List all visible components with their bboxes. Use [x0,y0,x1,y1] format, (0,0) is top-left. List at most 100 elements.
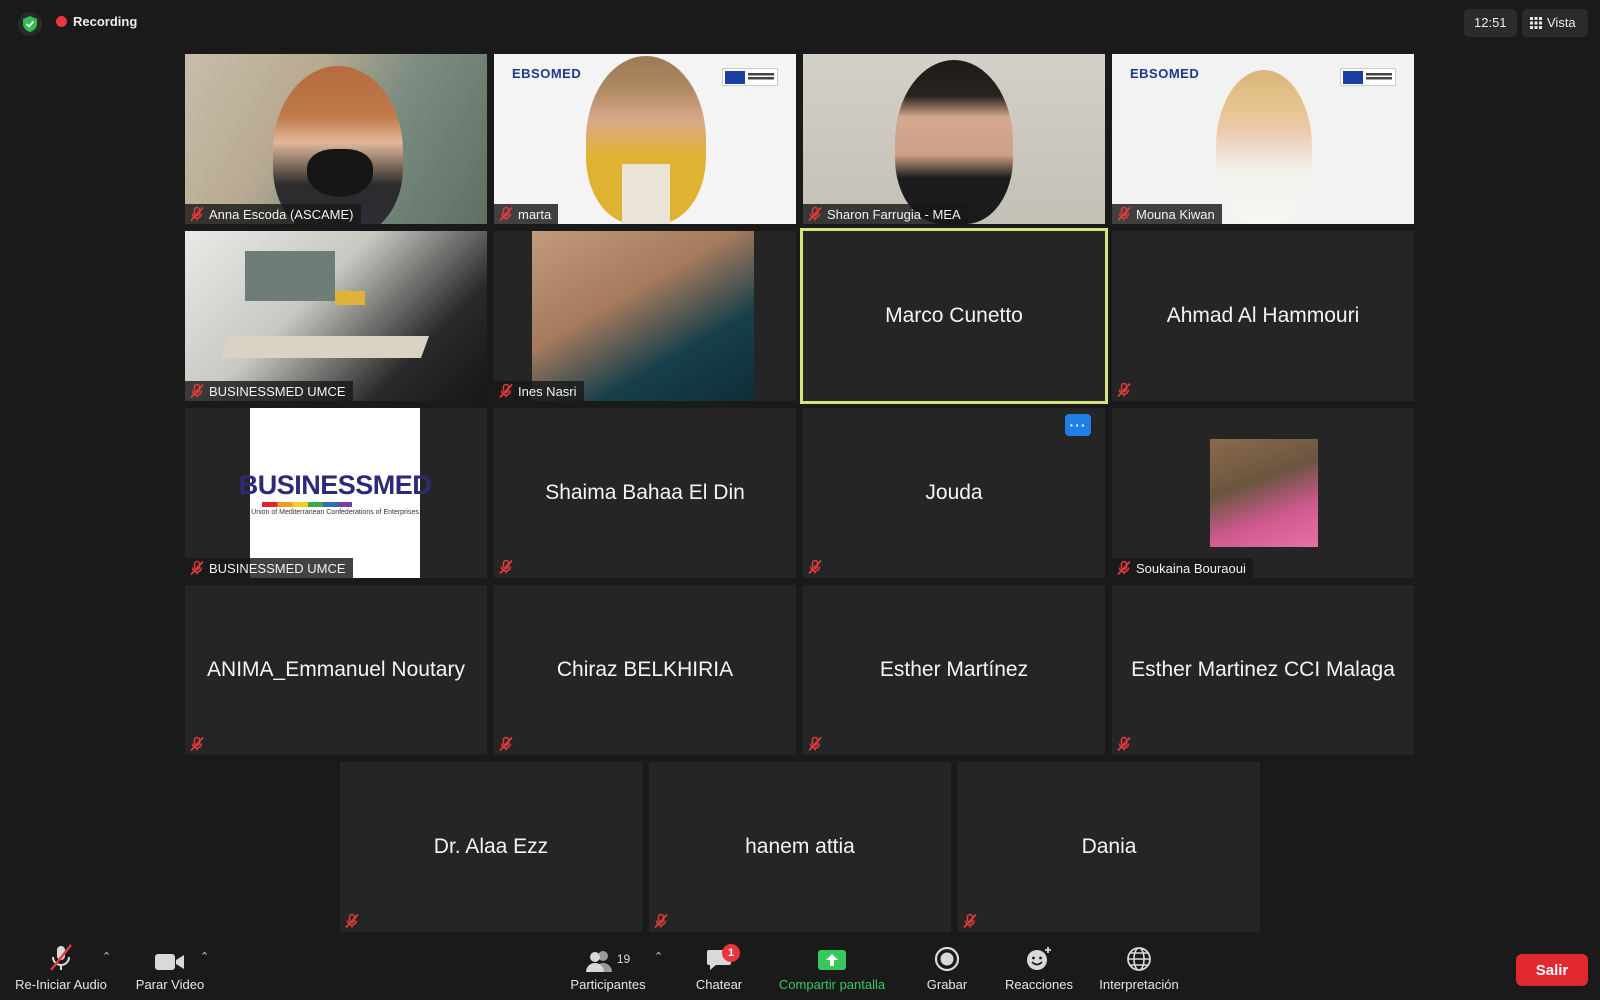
mic-muted-icon [807,559,823,575]
mic-muted-icon [1116,382,1132,398]
participants-count: 19 [616,952,631,966]
participant-video [532,231,754,401]
mic-muted-icon [807,736,823,752]
participant-name: Chiraz BELKHIRIA [556,658,734,681]
video-tile-businessmed-logo[interactable]: BUSINESSMED Union of Mediterranean Confe… [185,408,487,578]
record-icon [934,946,960,972]
participant-video [185,231,487,401]
participants-options-chevron-icon[interactable]: ⌃ [654,950,663,963]
participant-nametag: Mouna Kiwan [1112,204,1222,224]
view-label: Vista [1547,15,1576,30]
video-tile-ahmad[interactable]: Ahmad Al Hammouri [1112,231,1414,401]
mic-muted-icon [1116,560,1132,576]
share-screen-label: Compartir pantalla [778,977,886,992]
participant-name: Ines Nasri [518,383,577,399]
video-tile-marco-active-speaker[interactable]: Marco Cunetto [800,228,1108,404]
participant-name: Esther Martínez [879,658,1029,681]
mic-muted-icon [1116,206,1132,222]
participant-nametag: Soukaina Bouraoui [1112,558,1253,578]
grid-icon [1530,17,1542,29]
participant-name: Ahmad Al Hammouri [1166,304,1360,327]
recording-label: Recording [73,14,138,29]
participant-video [185,54,487,224]
participant-name: Soukaina Bouraoui [1136,560,1246,576]
reactions-label: Reacciones [1005,977,1073,992]
participant-nametag: BUSINESSMED UMCE [185,558,353,578]
participant-name: Shaima Bahaa El Din [545,481,745,504]
video-options-chevron-icon[interactable]: ⌃ [200,950,209,963]
mic-muted-icon [1116,736,1132,752]
reactions-button[interactable]: Reacciones [998,944,1080,992]
audio-options-chevron-icon[interactable]: ⌃ [102,950,111,963]
video-tile-alaa[interactable]: Dr. Alaa Ezz [340,762,642,932]
mic-muted-icon [498,383,514,399]
participant-name: Marco Cunetto [885,304,1023,327]
video-tile-ines[interactable]: Ines Nasri [494,231,796,401]
mic-muted-icon [807,206,823,222]
meeting-toolbar: Re-Iniciar Audio ⌃ Parar Video ⌃ 19 Part… [0,942,1600,1000]
mic-muted-icon [498,559,514,575]
ebsomed-logo: EBSOMED [1130,66,1200,81]
top-bar: Recording 12:51 Vista [0,0,1600,46]
video-tile-emmanuel[interactable]: ANIMA_Emmanuel Noutary [185,585,487,755]
mic-muted-icon [498,206,514,222]
meeting-time: 12:51 [1464,9,1517,37]
chat-unread-badge: 1 [722,944,740,962]
video-tile-anna[interactable]: Anna Escoda (ASCAME) [185,54,487,224]
view-button[interactable]: Vista [1522,9,1588,37]
mic-muted-icon [189,206,205,222]
video-tile-dania[interactable]: Dania [958,762,1260,932]
video-camera-icon [155,954,184,970]
video-label: Parar Video [135,977,205,992]
reactions-smiley-icon [1027,947,1051,970]
participant-name: Dania [1081,835,1137,858]
participant-video: EBSOMED [494,54,796,224]
participant-name: Sharon Farrugia - MEA [827,206,961,222]
video-tile-soukaina[interactable]: Soukaina Bouraoui [1112,408,1414,578]
participants-icon [585,951,612,972]
video-tile-mouna[interactable]: EBSOMED Mouna Kiwan [1112,54,1414,224]
video-tile-businessmed-room[interactable]: BUSINESSMED UMCE [185,231,487,401]
participant-nametag: Ines Nasri [494,381,584,401]
mic-muted-icon [50,944,72,971]
mic-muted-icon [189,736,205,752]
participant-name: Mouna Kiwan [1136,206,1215,222]
recording-indicator[interactable]: Recording [56,14,137,29]
mic-muted-icon [962,913,978,929]
profile-picture [1210,439,1318,547]
video-tile-esther-cci-malaga[interactable]: Esther Martinez CCI Malaga [1112,585,1414,755]
participant-name: hanem attia [745,835,855,858]
video-tile-sharon[interactable]: Sharon Farrugia - MEA [803,54,1105,224]
video-tile-chiraz[interactable]: Chiraz BELKHIRIA [494,585,796,755]
audio-label: Re-Iniciar Audio [15,977,107,992]
video-tile-hanem[interactable]: hanem attia [649,762,951,932]
interpretation-label: Interpretación [1099,977,1179,992]
video-tile-shaima[interactable]: Shaima Bahaa El Din [494,408,796,578]
participants-label: Participantes [570,977,646,992]
interpretation-button[interactable]: Interpretación [1092,944,1186,992]
participant-name: BUSINESSMED UMCE [209,560,346,576]
participants-button[interactable]: 19 Participantes [566,944,650,992]
participant-video: EBSOMED [1112,54,1414,224]
video-tile-marta[interactable]: EBSOMED marta [494,54,796,224]
participant-name: Esther Martinez CCI Malaga [1131,658,1395,681]
video-tile-esther-martinez[interactable]: Esther Martínez [803,585,1105,755]
eu-flag-icon [722,68,778,86]
participant-name: ANIMA_Emmanuel Noutary [207,658,465,681]
participant-nametag: Sharon Farrugia - MEA [803,204,968,224]
mic-muted-icon [498,736,514,752]
audio-button[interactable]: Re-Iniciar Audio [10,944,112,992]
participant-name: Jouda [925,481,983,504]
video-tile-jouda[interactable]: Jouda ··· [803,408,1105,578]
security-shield-icon[interactable] [18,12,42,36]
more-options-button[interactable]: ··· [1065,414,1091,436]
share-screen-button[interactable]: Compartir pantalla [770,944,894,992]
participant-nametag: marta [494,204,559,224]
mic-muted-icon [189,560,205,576]
leave-meeting-button[interactable]: Salir [1516,954,1588,986]
mic-muted-icon [653,913,669,929]
chat-button[interactable]: Chatear [688,944,750,992]
ebsomed-logo: EBSOMED [512,66,582,81]
chat-label: Chatear [695,977,743,992]
record-button[interactable]: Grabar [914,944,980,992]
